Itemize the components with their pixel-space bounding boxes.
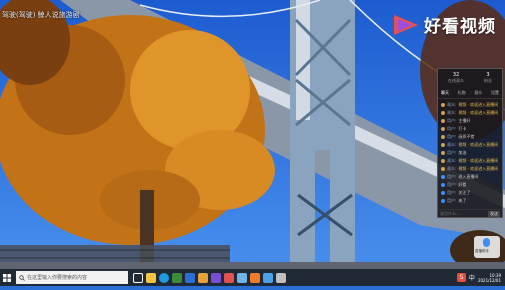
- panel-tabs: 聊天 礼物 观众 设置: [438, 87, 502, 99]
- app-icon[interactable]: [276, 272, 286, 283]
- avatar: [441, 111, 445, 115]
- list-item: 用户: 来了: [441, 197, 499, 205]
- watermark-brand: 好看视频: [424, 17, 496, 37]
- chat-input[interactable]: 说点什么...: [440, 211, 460, 217]
- avatar: [441, 127, 445, 131]
- tower-highlight: [296, 0, 310, 120]
- pinned-apps: [133, 272, 286, 283]
- tab-settings[interactable]: 设置: [491, 90, 499, 96]
- avatar: [441, 183, 445, 187]
- taskbar-search[interactable]: 在这里输入你要搜索的内容: [16, 271, 128, 284]
- task-view-icon[interactable]: [133, 272, 143, 283]
- chat-input-row: 说点什么... 发送: [438, 209, 502, 217]
- stat-fans-label: 粉丝: [484, 78, 492, 83]
- tab-viewers[interactable]: 观众: [474, 90, 482, 96]
- avatar: [441, 103, 445, 107]
- clock-date: 2021/12/01: [477, 277, 501, 283]
- app-icon[interactable]: [237, 272, 247, 283]
- list-item: 用户: 好看: [441, 181, 499, 189]
- taskbar: 在这里输入你要搜索的内容 S 中 10:39 2021/12/01: [0, 269, 505, 286]
- app-icon[interactable]: [211, 272, 221, 283]
- send-button[interactable]: 发送: [488, 210, 500, 217]
- stat-viewers: 32 在线观众: [448, 73, 464, 87]
- list-item: 观众: 视频 · 欢迎进入直播间: [441, 141, 499, 149]
- list-item: 用户: 打卡: [441, 125, 499, 133]
- avatar: [441, 119, 445, 123]
- mail-icon[interactable]: [185, 272, 195, 283]
- stat-fans: 3 粉丝: [484, 73, 492, 87]
- video-frame: [0, 0, 505, 286]
- avatar: [441, 151, 445, 155]
- avatar: [441, 175, 445, 179]
- list-item: 观众: 视频 · 欢迎进入直播间: [441, 157, 499, 165]
- start-button[interactable]: [0, 269, 14, 286]
- app-icon[interactable]: [224, 272, 234, 283]
- list-item: 用户: 加油: [441, 149, 499, 157]
- list-item: 观众: 视频 · 欢迎进入直播间: [441, 165, 499, 173]
- file-explorer-icon[interactable]: [146, 272, 156, 283]
- app-icon[interactable]: [263, 272, 273, 283]
- video-scene: [0, 0, 505, 286]
- microphone-icon: [483, 238, 490, 247]
- clock[interactable]: 10:39 2021/12/01: [478, 273, 501, 283]
- ime-icon[interactable]: S: [456, 273, 466, 282]
- watermark: 好看视频: [392, 12, 496, 37]
- list-item: 用户: 主播好: [441, 117, 499, 125]
- app-icon[interactable]: [198, 272, 208, 283]
- assistant-label: 直播助手: [475, 249, 489, 253]
- input-language[interactable]: 中: [469, 273, 475, 282]
- voice-assistant[interactable]: 直播助手: [474, 236, 500, 258]
- avatar: [441, 143, 445, 147]
- message-list: 观众: 视频 · 欢迎进入直播间 观众: 视频 · 欢迎进入直播间 用户: 主播好 用…: [438, 99, 502, 207]
- video-title: 驾驶(驾驶) 鲸人说旅游剧: [2, 11, 80, 19]
- system-tray: S 中 10:39 2021/12/01: [456, 273, 505, 283]
- list-item: 观众: 视频 · 欢迎进入直播间: [441, 101, 499, 109]
- live-chat-panel: 32 在线观众 3 粉丝 聊天 礼物 观众 设置 观众: 视频 · 欢迎进入直播间…: [437, 68, 503, 218]
- tab-chat[interactable]: 聊天: [441, 90, 449, 96]
- play-logo-icon: [394, 14, 418, 35]
- stats-row: 32 在线观众 3 粉丝: [438, 69, 502, 87]
- avatar: [441, 159, 445, 163]
- avatar: [441, 135, 445, 139]
- browser-icon[interactable]: [159, 272, 169, 283]
- list-item: 用户: 画质不错: [441, 133, 499, 141]
- list-item: 用户: 进入直播间: [441, 173, 499, 181]
- tab-gifts[interactable]: 礼物: [458, 90, 466, 96]
- windows-icon: [3, 273, 11, 282]
- list-item: 用户: 关注了: [441, 189, 499, 197]
- search-icon: [19, 274, 25, 281]
- avatar: [441, 191, 445, 195]
- list-item: 观众: 视频 · 欢迎进入直播间: [441, 109, 499, 117]
- store-icon[interactable]: [172, 272, 182, 283]
- stat-viewers-label: 在线观众: [448, 78, 464, 83]
- avatar: [441, 199, 445, 203]
- live-app-icon[interactable]: [250, 272, 260, 283]
- avatar: [441, 167, 445, 171]
- search-placeholder: 在这里输入你要搜索的内容: [27, 275, 88, 281]
